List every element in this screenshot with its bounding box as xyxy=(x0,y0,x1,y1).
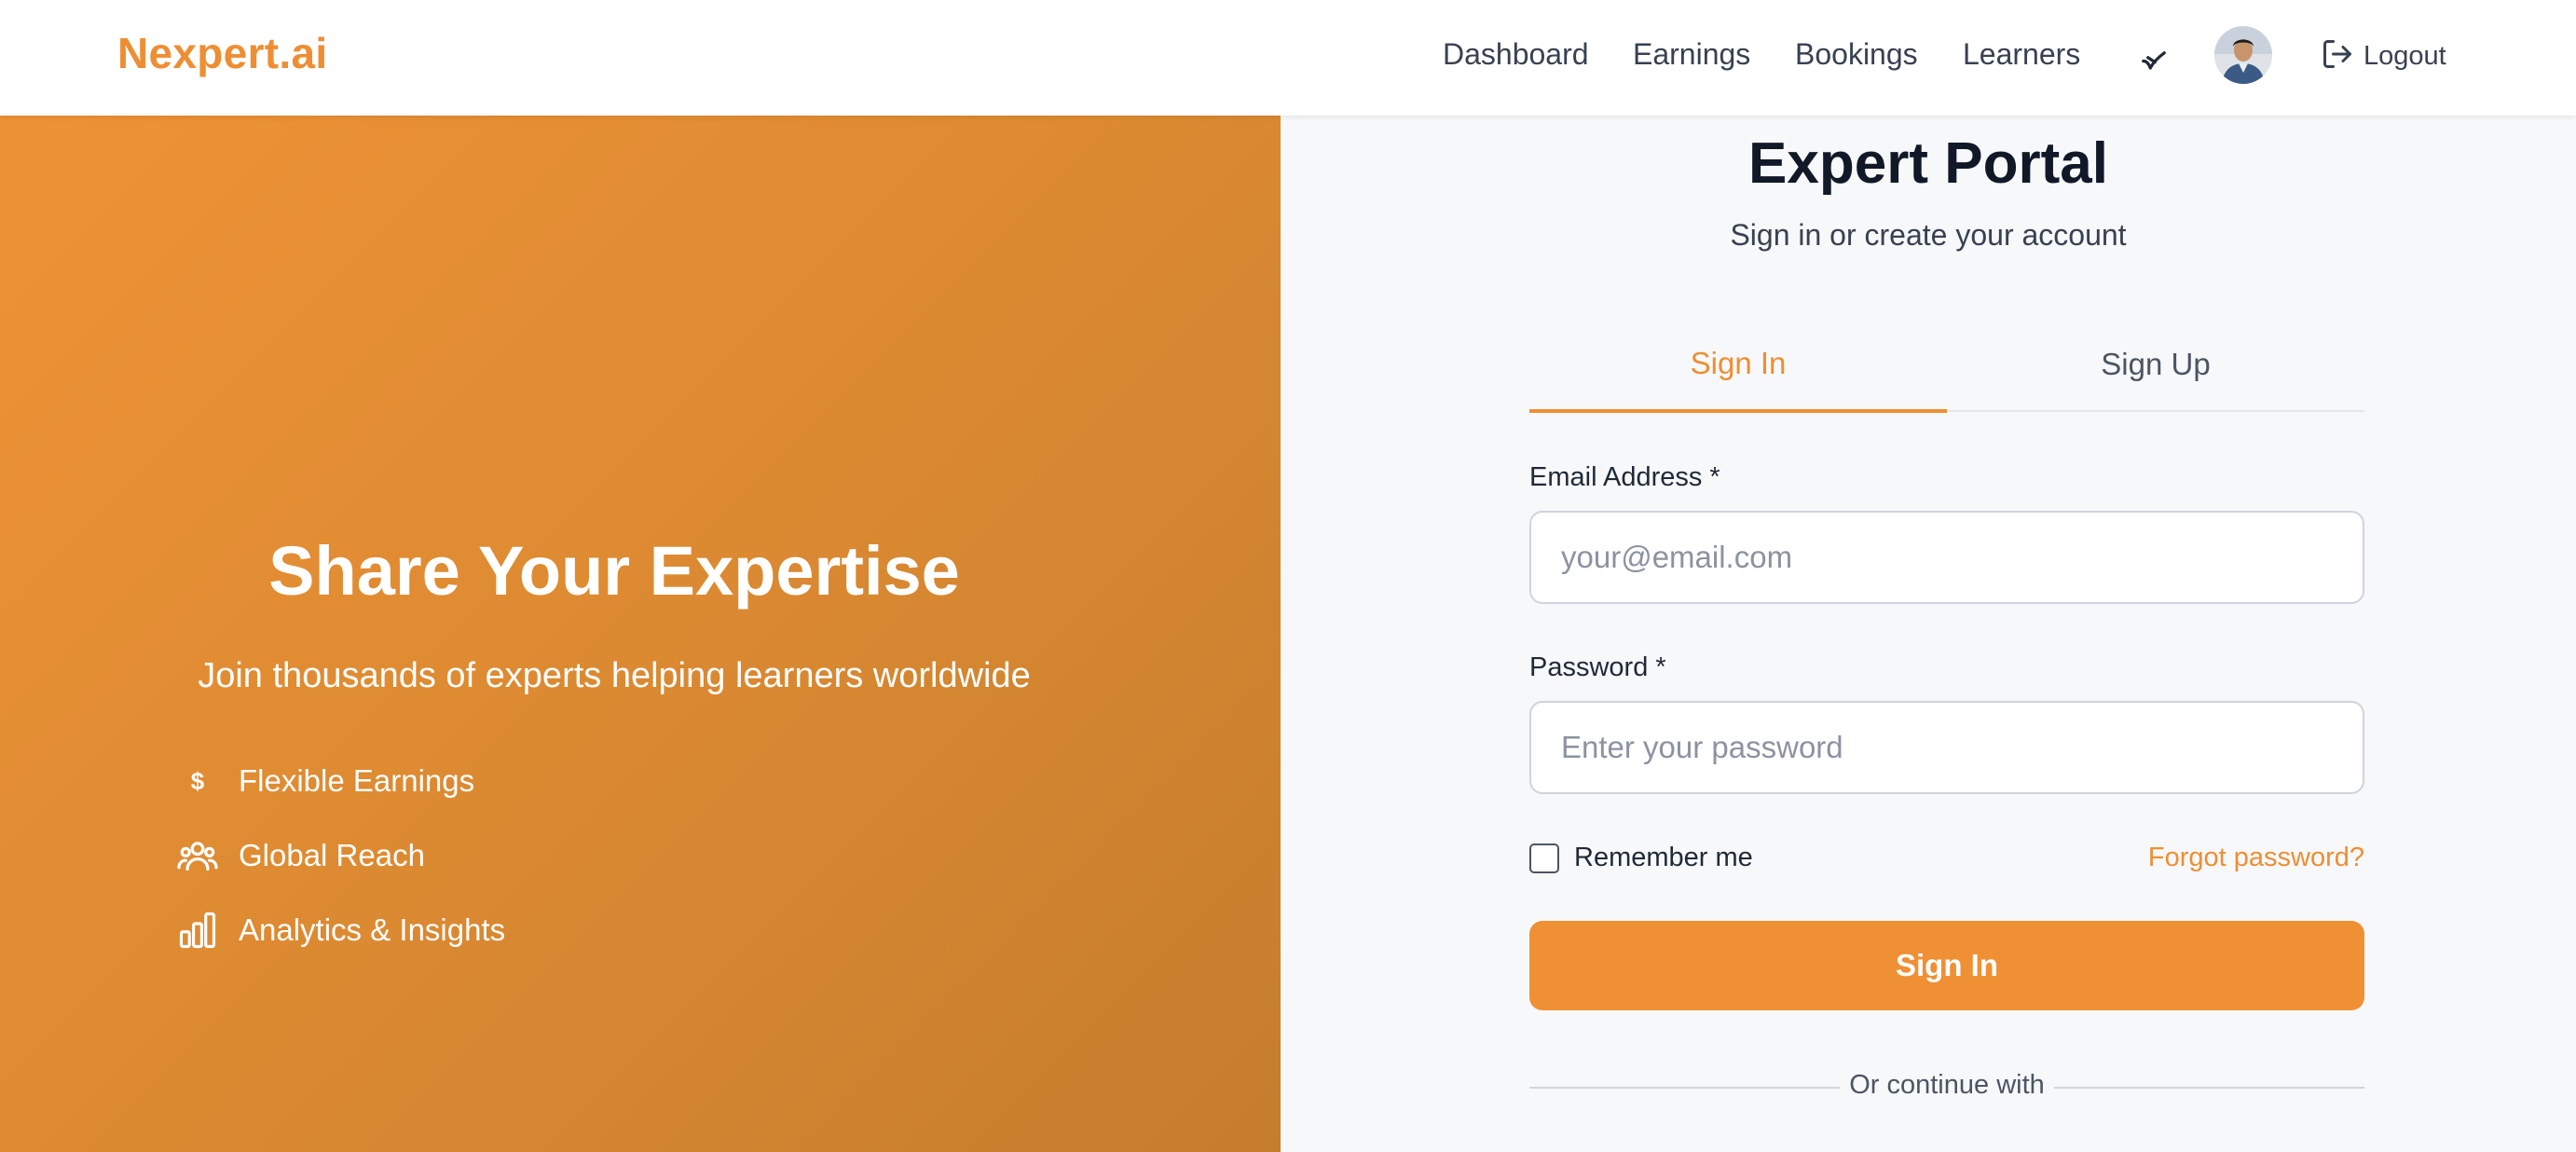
feature-global-reach: Global Reach xyxy=(177,835,425,876)
hero-subtitle: Join thousands of experts helping learne… xyxy=(198,656,1031,695)
divider-label: Or continue with xyxy=(1840,1070,2054,1101)
bar-chart-icon xyxy=(177,910,218,951)
remember-label: Remember me xyxy=(1574,843,1753,872)
hero-panel: Share Your Expertise Join thousands of e… xyxy=(0,116,1281,1152)
portal-subtitle: Sign in or create your account xyxy=(1730,218,2127,252)
tab-sign-up[interactable]: Sign Up xyxy=(1947,317,2364,412)
users-icon xyxy=(177,835,218,876)
logout-label: Logout xyxy=(2364,41,2446,71)
logout-icon xyxy=(2321,37,2354,75)
nav-earnings[interactable]: Earnings xyxy=(1633,37,1750,72)
feature-flexible-earnings: $ Flexible Earnings xyxy=(177,761,474,802)
feature-label: Global Reach xyxy=(239,838,425,872)
feature-label: Flexible Earnings xyxy=(239,763,475,798)
tab-sign-in[interactable]: Sign In xyxy=(1529,317,1947,413)
nav-learners[interactable]: Learners xyxy=(1963,37,2080,72)
logout-button[interactable]: Logout xyxy=(2321,37,2446,75)
remember-checkbox[interactable] xyxy=(1529,843,1559,873)
hero-title: Share Your Expertise xyxy=(268,532,960,610)
email-label: Email Address * xyxy=(1529,462,1720,492)
feature-label: Analytics & Insights xyxy=(239,912,506,947)
remember-me: Remember me xyxy=(1529,843,1753,873)
feather-icon[interactable] xyxy=(2140,45,2168,77)
sign-in-button[interactable]: Sign In xyxy=(1529,921,2364,1010)
brand-logo[interactable]: Nexpert.ai xyxy=(117,28,327,78)
email-field[interactable] xyxy=(1529,511,2364,604)
nav-dashboard[interactable]: Dashboard xyxy=(1443,37,1589,72)
nav-bookings[interactable]: Bookings xyxy=(1795,37,1918,72)
user-avatar[interactable] xyxy=(2214,26,2272,84)
password-field[interactable] xyxy=(1529,701,2364,794)
feature-analytics: Analytics & Insights xyxy=(177,910,505,951)
dollar-icon: $ xyxy=(190,766,205,795)
top-navbar: Nexpert.ai Dashboard Earnings Bookings L… xyxy=(0,0,2576,116)
forgot-password-link[interactable]: Forgot password? xyxy=(2148,843,2364,873)
auth-tabs: Sign In Sign Up xyxy=(1529,317,2364,413)
portal-title: Expert Portal xyxy=(1748,131,2108,196)
password-label: Password * xyxy=(1529,652,1666,682)
